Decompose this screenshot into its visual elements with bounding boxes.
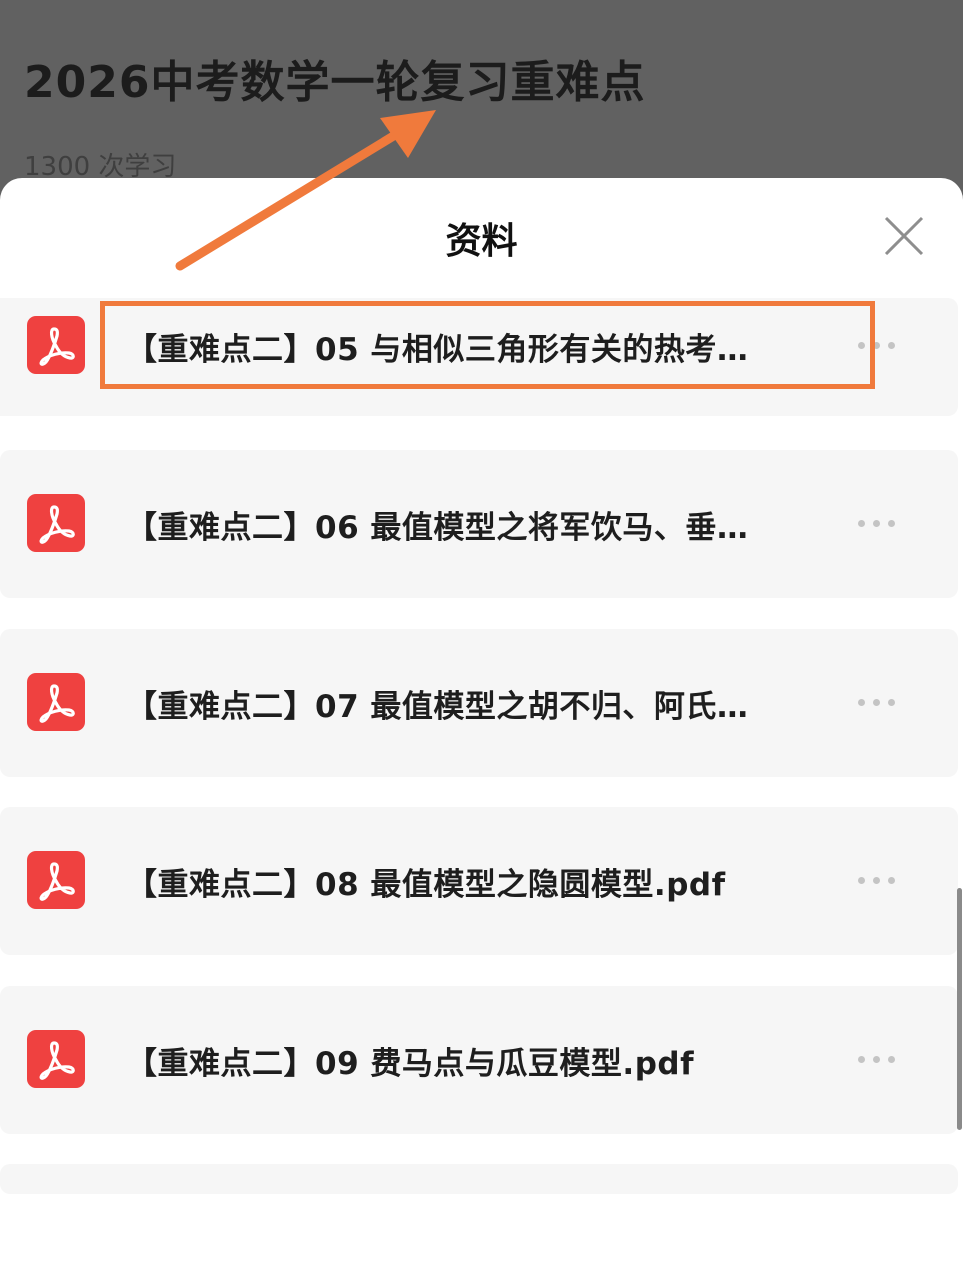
file-name: 【重难点二】07 最值模型之胡不归、阿氏… [126, 689, 749, 725]
file-name: 【重难点二】08 最值模型之隐圆模型.pdf [126, 867, 726, 903]
sheet-title: 资料 [445, 221, 518, 262]
course-title: 2026中考数学一轮复习重难点 [24, 57, 646, 108]
page-backdrop: 2026中考数学一轮复习重难点 1300 次学习 [0, 0, 963, 200]
file-item[interactable]: 【重难点二】08 最值模型之隐圆模型.pdf [0, 807, 958, 955]
file-name: 【重难点二】09 费马点与瓜豆模型.pdf [126, 1046, 695, 1082]
more-options-icon[interactable] [852, 687, 902, 717]
file-item[interactable]: 【重难点二】09 费马点与瓜豆模型.pdf [0, 986, 958, 1134]
pdf-icon [27, 851, 85, 909]
pdf-icon [27, 494, 85, 552]
scrollbar[interactable] [957, 888, 962, 1130]
pdf-icon [27, 1030, 85, 1088]
file-list: 【重难点二】05 与相似三角形有关的热考… 【重难点二】06 最值模型之将军饮马… [0, 298, 963, 1198]
highlight-box [100, 301, 875, 389]
more-options-icon[interactable] [852, 1044, 902, 1074]
pdf-icon [27, 673, 85, 731]
pdf-icon [27, 316, 85, 374]
close-icon [884, 216, 924, 256]
file-name: 【重难点二】06 最值模型之将军饮马、垂… [126, 510, 749, 546]
more-options-icon[interactable] [852, 865, 902, 895]
file-item-partial [0, 1164, 958, 1194]
file-item[interactable]: 【重难点二】07 最值模型之胡不归、阿氏… [0, 629, 958, 777]
close-button[interactable] [876, 208, 932, 264]
file-item[interactable]: 【重难点二】06 最值模型之将军饮马、垂… [0, 450, 958, 598]
more-options-icon[interactable] [852, 508, 902, 538]
